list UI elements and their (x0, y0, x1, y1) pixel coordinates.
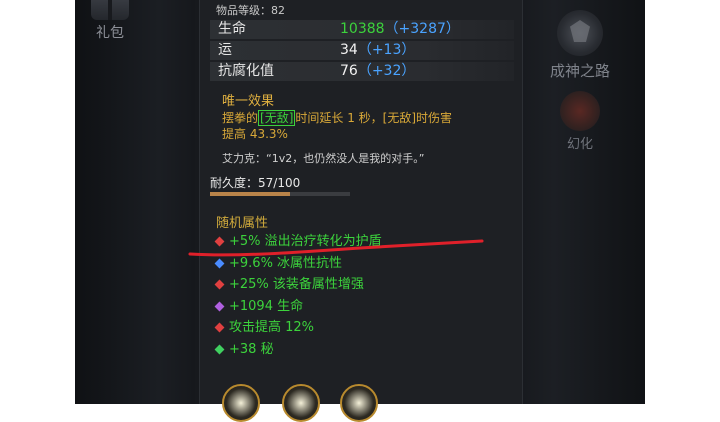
unique-effect-text: 摆拳的 [无敌] 时间延长 1 秒，[无敌]时伤害 提高 43.3% (222, 110, 453, 141)
stat-name: 运 (218, 42, 232, 58)
affix-gem-icon (214, 301, 225, 311)
path-to-godhood-label: 成神之路 (549, 62, 610, 80)
durability-label: 耐久度：57/100 (210, 176, 301, 190)
affix-text: 攻击提高 12% (229, 320, 315, 335)
stat-row-luck: 运 34（+13） (210, 41, 514, 60)
affix-gem-icon (214, 344, 225, 354)
gem-socket[interactable] (222, 384, 260, 422)
invincible-keyword: [无敌] (258, 110, 296, 126)
stat-bonus: （+13） (357, 42, 416, 58)
item-tooltip-panel: 物品等级：82 生命 10388（+3287） 运 34（+13） 抗腐化值 7… (199, 0, 523, 422)
flavor-quote: 艾力克：“1v2，也仍然没人是我的对手。” (222, 152, 425, 165)
affix-gem-icon (214, 279, 225, 290)
gift-icon (91, 0, 129, 20)
mask-icon (560, 91, 600, 131)
affix-text: +1094 生命 (229, 298, 304, 314)
stat-bonus: （+3287） (384, 21, 460, 37)
gem-socket[interactable] (340, 384, 378, 422)
durability-bar (210, 192, 350, 196)
right-menu: 成神之路 幻化 (525, 10, 635, 152)
stat-row-hp: 生命 10388（+3287） (210, 20, 514, 39)
stat-bonus: （+32） (357, 63, 416, 79)
durability-fill (210, 192, 290, 196)
transmog-button[interactable]: 幻化 (525, 91, 635, 152)
path-to-godhood-button[interactable]: 成神之路 (525, 10, 635, 81)
crest-icon (557, 10, 603, 56)
affix-text: +9.6% 冰属性抗性 (229, 255, 343, 271)
stat-name: 抗腐化值 (218, 63, 274, 79)
unique-effect-title: 唯一效果 (222, 94, 275, 109)
gift-pack-label: 礼包 (96, 25, 124, 41)
affix-gem-icon (214, 236, 225, 247)
gift-pack-button[interactable]: 礼包 (85, 0, 135, 42)
affix-gem-icon (214, 322, 225, 333)
gem-socket[interactable] (282, 384, 320, 422)
item-level: 物品等级：82 (216, 4, 285, 17)
stat-value: 76（+32） (340, 63, 416, 79)
affix-gem-icon (214, 258, 225, 268)
stat-value: 10388（+3287） (340, 21, 460, 37)
transmog-label: 幻化 (566, 137, 593, 152)
affix-text: +5% 溢出治疗转化为护盾 (229, 234, 382, 249)
stat-value: 34（+13） (340, 42, 416, 58)
affix-text: +38 秘 (229, 341, 274, 357)
random-attributes-title: 随机属性 (216, 216, 269, 231)
stat-name: 生命 (218, 21, 246, 37)
affix-text: +25% 该装备属性增强 (229, 277, 364, 292)
stat-row-corruption-resist: 抗腐化值 76（+32） (210, 62, 514, 81)
